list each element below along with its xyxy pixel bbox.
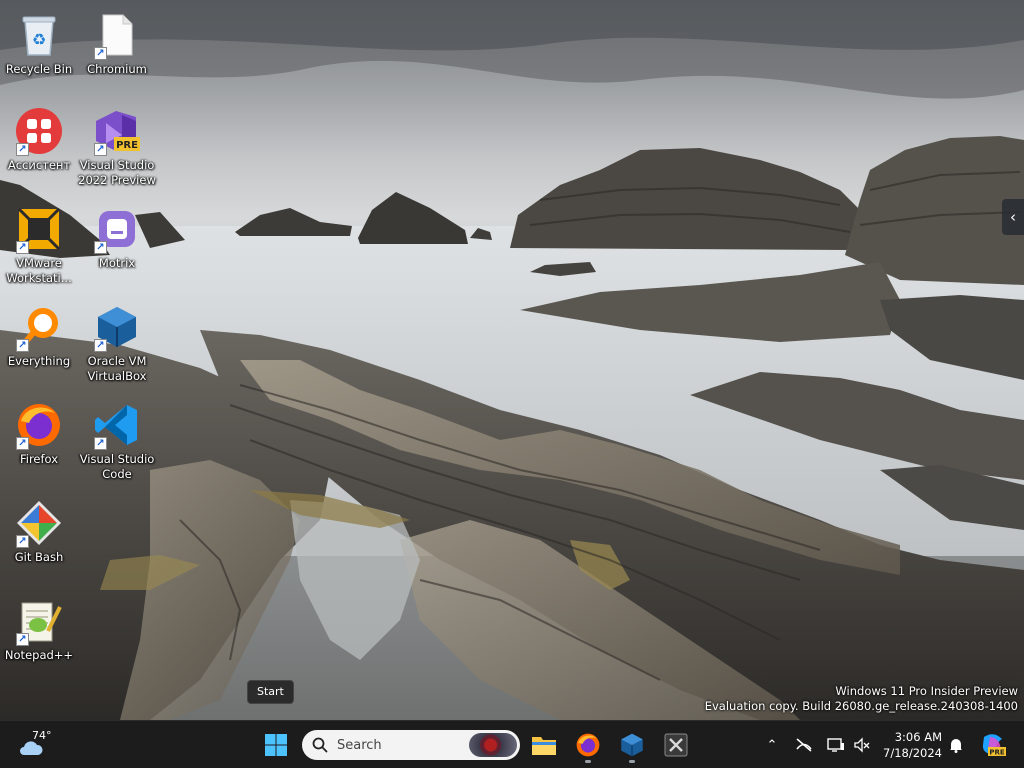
desktop-icon-label: Recycle Bin: [5, 62, 73, 76]
display-button[interactable]: [824, 733, 848, 757]
desktop-icon-notepad-plus-plus[interactable]: ↗ Notepad++: [0, 592, 78, 684]
show-hidden-icons-button[interactable]: ⌃: [760, 733, 784, 757]
shortcut-arrow-icon: ↗: [94, 339, 107, 352]
tools-icon: [664, 733, 688, 757]
desktop-icon-label: Notepad++: [4, 648, 74, 662]
watermark-edition: Windows 11 Pro Insider Preview: [835, 684, 1018, 698]
clock-date: 7/18/2024: [883, 746, 942, 760]
desktop-icon-label: Oracle VM VirtualBox: [87, 354, 147, 383]
recycle-bin-icon: ♻: [14, 10, 64, 60]
watermark-build: Evaluation copy. Build 26080.ge_release.…: [704, 699, 1018, 713]
virtualbox-icon: ↗: [92, 302, 142, 352]
desktop-icon-label: VMware Workstati...: [6, 256, 72, 285]
desktop-icon-git-bash[interactable]: ↗ Git Bash: [0, 494, 78, 586]
evaluation-watermark: Windows 11 Pro Insider Preview Evaluatio…: [705, 684, 1018, 714]
desktop-icon-recycle-bin[interactable]: ♻ Recycle Bin: [0, 6, 78, 98]
motrix-icon: ↗: [92, 204, 142, 254]
chevron-left-icon: ‹: [1010, 208, 1016, 226]
desktop-icon-label: Visual Studio Code: [79, 452, 155, 481]
taskbar-file-explorer[interactable]: [524, 725, 564, 765]
shortcut-arrow-icon: ↗: [16, 143, 29, 156]
copilot-preview-badge: PRE: [989, 749, 1005, 757]
system-clock[interactable]: 3:06 AM 7/18/2024: [878, 729, 942, 761]
widgets-expand-button[interactable]: ‹: [1002, 199, 1024, 235]
shortcut-arrow-icon: ↗: [94, 437, 107, 450]
desktop-icon-assistant[interactable]: ↗ Ассистент: [0, 102, 78, 194]
desktop-icon-vscode[interactable]: ↗ Visual Studio Code: [78, 396, 156, 488]
copilot-icon: PRE: [982, 734, 1006, 757]
taskbar-tools[interactable]: [656, 725, 696, 765]
shortcut-arrow-icon: ↗: [16, 633, 29, 646]
desktop-icon-virtualbox[interactable]: ↗ Oracle VM VirtualBox: [78, 298, 156, 390]
shortcut-arrow-icon: ↗: [16, 339, 29, 352]
search-placeholder: Search: [337, 737, 382, 753]
visual-studio-icon: PRE ↗: [92, 106, 142, 156]
file-icon: ↗: [92, 10, 142, 60]
network-disconnected-icon: [796, 738, 812, 752]
svg-text:♻: ♻: [32, 30, 46, 49]
network-status[interactable]: [792, 733, 816, 757]
desktop-icon-chromium[interactable]: ↗ Chromium: [78, 6, 156, 98]
vscode-icon: ↗: [92, 400, 142, 450]
start-button[interactable]: [256, 725, 296, 765]
speaker-muted-icon: [854, 737, 870, 753]
shortcut-arrow-icon: ↗: [16, 535, 29, 548]
volume-button[interactable]: [850, 733, 874, 757]
vmware-icon: ↗: [14, 204, 64, 254]
bell-icon: [950, 739, 962, 753]
shortcut-arrow-icon: ↗: [16, 437, 29, 450]
firefox-icon: [576, 733, 600, 757]
shortcut-arrow-icon: ↗: [94, 241, 107, 254]
taskbar-virtualbox[interactable]: [612, 725, 652, 765]
weather-widget[interactable]: 74°: [14, 727, 64, 763]
virtualbox-icon: [621, 733, 643, 757]
desktop-icon-label: Motrix: [98, 256, 136, 270]
desktop-icon-visual-studio-preview[interactable]: PRE ↗ Visual Studio 2022 Preview: [78, 102, 156, 194]
shortcut-arrow-icon: ↗: [16, 241, 29, 254]
copilot-button[interactable]: PRE: [980, 733, 1006, 757]
windows-start-icon: [265, 734, 287, 756]
desktop-icon-motrix[interactable]: ↗ Motrix: [78, 200, 156, 292]
everything-icon: ↗: [14, 302, 64, 352]
weather-temperature: 74°: [32, 729, 52, 742]
shortcut-arrow-icon: ↗: [94, 47, 107, 60]
chevron-up-icon: ⌃: [766, 737, 778, 753]
notepad-plus-plus-icon: ↗: [14, 596, 64, 646]
search-icon: [312, 737, 328, 753]
desktop-icon-label: Firefox: [19, 452, 59, 466]
git-bash-icon: ↗: [14, 498, 64, 548]
desktop-icon-firefox[interactable]: ↗ Firefox: [0, 396, 78, 488]
start-tooltip: Start: [247, 680, 294, 704]
search-highlight-image: [469, 733, 517, 757]
assistant-icon: ↗: [14, 106, 64, 156]
notifications-button[interactable]: [944, 733, 968, 757]
firefox-icon: ↗: [14, 400, 64, 450]
taskbar-firefox[interactable]: [568, 725, 608, 765]
display-icon: [827, 738, 844, 752]
desktop-icon-label: Visual Studio 2022 Preview: [78, 158, 156, 187]
taskbar-search-box[interactable]: Search: [302, 730, 520, 760]
desktop-icon-label: Git Bash: [14, 550, 64, 564]
preview-badge: PRE: [116, 140, 138, 151]
desktop-icon-label: Ассистент: [7, 158, 71, 172]
taskbar: 74° Search ⌃ 3:06 AM 7/18/2024 PRE: [0, 720, 1024, 768]
folder-icon: [532, 737, 556, 755]
shortcut-arrow-icon: ↗: [94, 143, 107, 156]
desktop-icon-vmware[interactable]: ↗ VMware Workstati...: [0, 200, 78, 292]
desktop-icon-label: Everything: [7, 354, 71, 368]
clock-time: 3:06 AM: [894, 730, 942, 744]
desktop-icon-label: Chromium: [87, 62, 147, 76]
desktop-icon-everything[interactable]: ↗ Everything: [0, 298, 78, 390]
